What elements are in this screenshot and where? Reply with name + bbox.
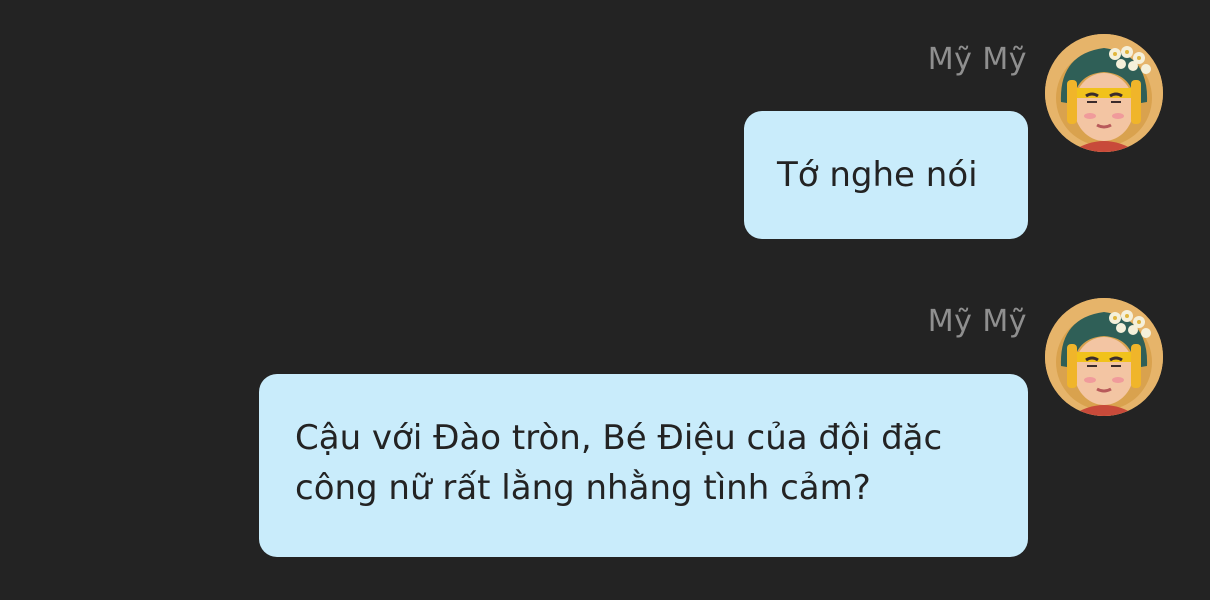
message-text: Cậu với Đào tròn, Bé Điệu của đội đặc cô… bbox=[295, 418, 943, 508]
avatar[interactable] bbox=[1045, 34, 1163, 152]
avatar[interactable] bbox=[1045, 298, 1163, 416]
message-bubble[interactable]: Tớ nghe nói bbox=[744, 111, 1028, 239]
message-text: Tớ nghe nói bbox=[777, 155, 978, 195]
sender-name: Mỹ Mỹ bbox=[927, 42, 1027, 77]
message-bubble[interactable]: Cậu với Đào tròn, Bé Điệu của đội đặc cô… bbox=[259, 374, 1028, 557]
girl-avatar-icon bbox=[1045, 298, 1163, 416]
girl-avatar-icon bbox=[1045, 34, 1163, 152]
sender-name: Mỹ Mỹ bbox=[927, 304, 1027, 339]
chat-thread: Mỹ Mỹ Tớ nghe nói Mỹ Mỹ Cậu với Đào tròn… bbox=[0, 0, 1210, 600]
